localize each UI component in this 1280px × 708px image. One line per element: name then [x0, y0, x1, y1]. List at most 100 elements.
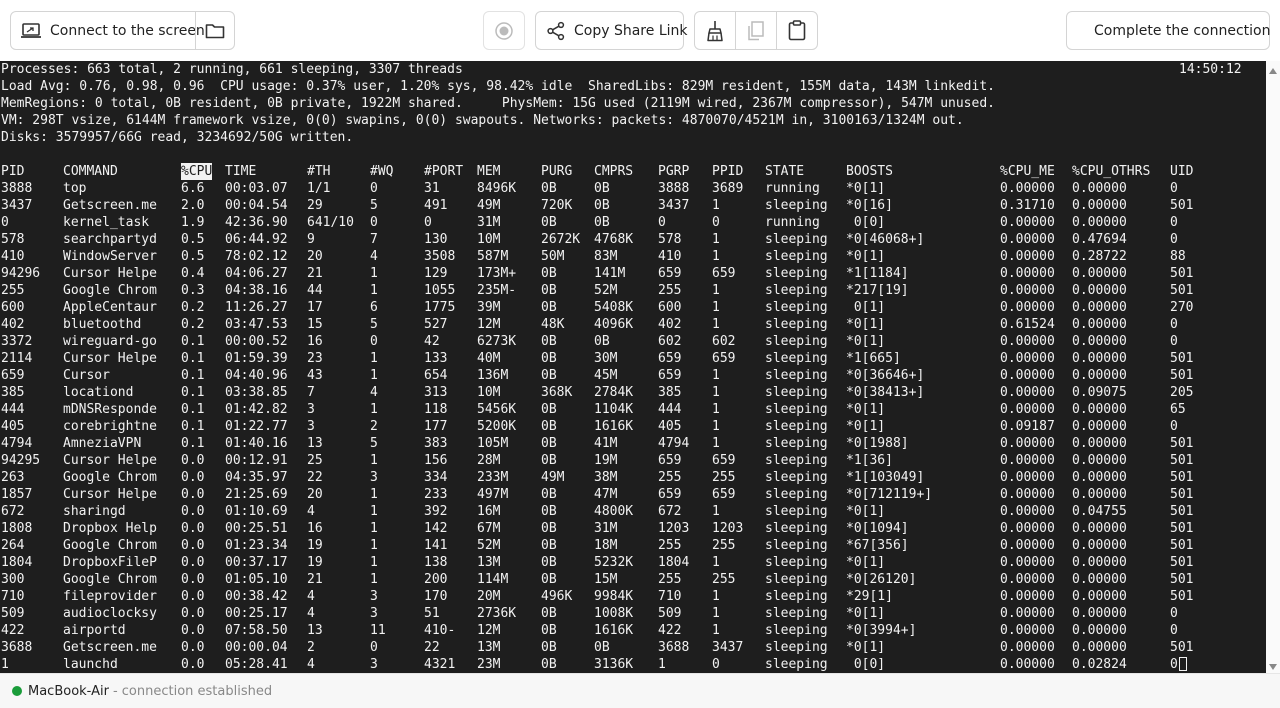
table-cell: 1804: [658, 555, 690, 570]
table-cell: 1: [370, 266, 378, 281]
table-cell: sleeping: [765, 198, 828, 213]
table-cell: 1: [712, 555, 720, 570]
table-row: 422 airportd 0.0 07:58.50 13 11 410- 12M 0B 1616K…: [0, 622, 1266, 639]
table-cell: *0[1]: [846, 181, 886, 196]
laptop-icon: [20, 22, 42, 40]
table-cell: 1616K: [594, 623, 634, 638]
complete-connection-button[interactable]: Complete the connection: [1066, 11, 1270, 50]
table-cell: 0.00000: [1000, 657, 1055, 672]
table-cell: 3: [370, 657, 378, 672]
record-button[interactable]: [483, 11, 525, 50]
table-cell: 67M: [477, 521, 501, 536]
table-cell: 1: [712, 419, 720, 434]
table-cell: 233M: [477, 470, 509, 485]
table-cell: 01:40.16: [225, 436, 288, 451]
table-cell: 501: [1170, 266, 1194, 281]
column-header: CMPRS: [594, 164, 634, 179]
table-cell: 255: [712, 538, 736, 553]
scroll-up-arrow[interactable]: [1268, 64, 1278, 74]
clear-button[interactable]: [695, 12, 735, 49]
table-cell: 0.0: [181, 470, 205, 485]
table-cell: 19: [307, 538, 323, 553]
folder-button[interactable]: [196, 12, 234, 49]
scroll-down-arrow[interactable]: [1268, 660, 1278, 670]
table-cell: *0[1]: [846, 606, 886, 621]
table-cell: 422: [658, 623, 682, 638]
table-cell: 2: [307, 640, 315, 655]
table-cell: 1: [712, 504, 720, 519]
table-cell: 0: [1170, 656, 1187, 673]
table-cell: 04:38.16: [225, 283, 288, 298]
table-cell: 78:02.12: [225, 249, 288, 264]
table-cell: 501: [1170, 453, 1194, 468]
table-cell: 501: [1170, 538, 1194, 553]
connect-screen-button[interactable]: Connect to the screen: [11, 12, 205, 49]
table-cell: 01:59.39: [225, 351, 288, 366]
table-cell: kernel_task: [63, 215, 150, 230]
table-cell: 00:12.91: [225, 453, 288, 468]
table-cell: 501: [1170, 640, 1194, 655]
table-cell: 4768K: [594, 232, 634, 247]
table-row: 94296 Cursor Helpe 0.4 04:06.27 21 1 129 173M+ 0…: [0, 265, 1266, 282]
table-cell: 22: [307, 470, 323, 485]
copy-button[interactable]: [736, 12, 776, 49]
table-cell: Google Chrom: [63, 470, 157, 485]
table-cell: 200: [424, 572, 448, 587]
column-header: COMMAND: [63, 164, 118, 179]
table-cell: 0.00000: [1072, 623, 1127, 638]
table-cell: 0B: [541, 538, 557, 553]
paste-button[interactable]: [777, 12, 817, 49]
table-cell: 15: [307, 317, 323, 332]
copy-icon: [747, 20, 765, 41]
table-cell: 405: [658, 419, 682, 434]
table-cell: 0.1: [181, 436, 205, 451]
table-cell: 0.00000: [1000, 606, 1055, 621]
table-cell: 0B: [541, 368, 557, 383]
table-cell: 21: [307, 572, 323, 587]
table-row: 1804 DropboxFileP 0.0 00:37.17 19 1 138 13M 0B 52…: [0, 554, 1266, 571]
table-cell: 1: [370, 453, 378, 468]
table-cell: 255: [712, 572, 736, 587]
table-row: 2114 Cursor Helpe 0.1 01:59.39 23 1 133 40M 0B 30…: [0, 350, 1266, 367]
table-cell: 0B: [541, 181, 557, 196]
table-cell: 0B: [594, 198, 610, 213]
table-cell: fileprovider: [63, 589, 157, 604]
table-cell: 0.00000: [1000, 521, 1055, 536]
table-cell: 2114: [1, 351, 33, 366]
table-cell: 03:47.53: [225, 317, 288, 332]
toolbar: Connect to the screen Copy Share Link Co…: [0, 0, 1280, 61]
table-cell: 1: [370, 504, 378, 519]
table-cell: *0[1094]: [846, 521, 909, 536]
terminal-scrollbar[interactable]: [1266, 61, 1280, 673]
table-row: 94295 Cursor Helpe 0.0 00:12.91 25 1 156 28M 0B 1…: [0, 452, 1266, 469]
table-cell: sleeping: [765, 487, 828, 502]
triangle-down-icon: [1268, 656, 1278, 675]
table-cell: 4: [370, 249, 378, 264]
folder-icon: [205, 23, 225, 39]
table-cell: 0.00000: [1072, 572, 1127, 587]
table-cell: sleeping: [765, 453, 828, 468]
table-row: 3372 wireguard-go 0.1 00:00.52 16 0 42 6273K 0B 0…: [0, 333, 1266, 350]
table-cell: 0B: [541, 657, 557, 672]
table-cell: 16: [307, 334, 323, 349]
table-cell: *0[3994+]: [846, 623, 917, 638]
table-cell: 444: [658, 402, 682, 417]
table-cell: 0.0: [181, 657, 205, 672]
remote-terminal[interactable]: Processes: 663 total, 2 running, 661 sle…: [0, 61, 1266, 673]
table-cell: 0B: [541, 453, 557, 468]
table-cell: 0: [370, 640, 378, 655]
table-cell: sleeping: [765, 385, 828, 400]
table-cell: 2: [370, 419, 378, 434]
table-cell: sleeping: [765, 266, 828, 281]
copy-share-link-button[interactable]: Copy Share Link: [535, 11, 687, 50]
table-cell: 0.00000: [1072, 198, 1127, 213]
table-cell: *0[1]: [846, 504, 886, 519]
table-cell: 0.00000: [1072, 538, 1127, 553]
table-cell: 41M: [594, 436, 618, 451]
table-row: 1808 Dropbox Help 0.0 00:25.51 16 1 142 67M 0B 31…: [0, 520, 1266, 537]
table-row: 672 sharingd 0.0 01:10.69 4 1 392 16M 0B 4800K 672…: [0, 503, 1266, 520]
table-cell: 65: [1170, 402, 1186, 417]
table-cell: 173M+: [477, 266, 517, 281]
table-cell: 49M: [541, 470, 565, 485]
table-cell: 0B: [541, 300, 557, 315]
